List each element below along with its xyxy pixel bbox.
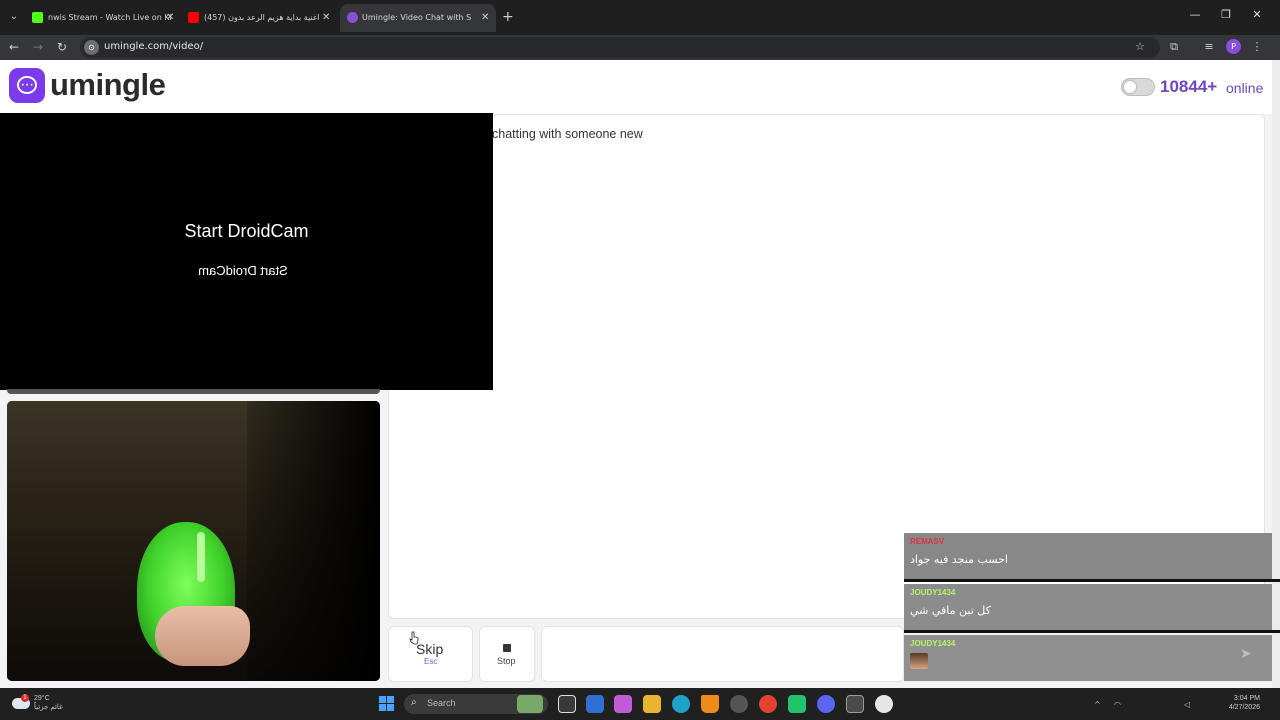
online-label: online — [1226, 80, 1264, 96]
task-view-icon[interactable] — [558, 695, 576, 713]
theme-toggle[interactable] — [1121, 78, 1155, 96]
minimize-button[interactable]: — — [1185, 8, 1205, 21]
overlay-message-text: احسب منجد فيه جواد — [910, 553, 1008, 566]
network-icon[interactable]: ◠ — [1114, 700, 1121, 709]
camera-shadow — [247, 401, 380, 681]
search-icon: ⌕ — [411, 697, 417, 708]
restore-button[interactable]: ❐ — [1216, 8, 1236, 21]
stop-icon[interactable] — [503, 644, 511, 652]
profile-avatar[interactable]: P — [1226, 39, 1241, 54]
youtube-favicon-icon — [188, 12, 199, 23]
page-scrollbar[interactable] — [1272, 60, 1280, 688]
clock-date: 4/27/2026 — [1228, 704, 1260, 711]
tab-label: (457) اغنية بداية هزيم الرعد بدون — [204, 13, 320, 22]
online-count: 10844+ — [1160, 77, 1218, 96]
stranger-video — [0, 113, 493, 390]
tab-umingle[interactable]: Umingle: Video Chat with S ✕ — [340, 4, 496, 32]
app-icon[interactable] — [788, 695, 806, 713]
edge-icon[interactable] — [672, 695, 690, 713]
back-icon[interactable]: ← — [6, 39, 22, 55]
brand-logo[interactable]: umingle — [50, 67, 166, 103]
store-icon[interactable] — [586, 695, 604, 713]
taskbar-clock[interactable]: 3:04 PM 4/27/2026 — [1218, 694, 1260, 712]
new-tab-button[interactable]: + — [502, 9, 514, 25]
site-info-icon[interactable]: ⊙ — [84, 40, 99, 55]
bookmark-star-icon[interactable]: ☆ — [1132, 39, 1148, 55]
tab-youtube[interactable]: (457) اغنية بداية هزيم الرعد بدون ✕ — [188, 7, 334, 29]
search-highlight-icon[interactable] — [517, 695, 543, 713]
discord-icon[interactable] — [817, 695, 835, 713]
os-taskbar — [0, 688, 1280, 720]
chrome-active-icon[interactable] — [846, 695, 864, 713]
copilot-icon[interactable] — [614, 695, 632, 713]
message-input[interactable] — [541, 626, 904, 682]
umingle-logo-icon[interactable]: ··· — [9, 68, 45, 103]
close-tab-icon[interactable]: ✕ — [481, 4, 489, 32]
close-tab-icon[interactable]: ✕ — [322, 7, 330, 29]
hand — [155, 606, 250, 666]
stop-button[interactable] — [479, 626, 535, 682]
droidcam-prompt-mirrored: Start DroidCam — [198, 263, 288, 278]
overlay-divider — [904, 630, 1280, 633]
weather-text[interactable]: 29°C غائم جزئياً — [34, 694, 63, 712]
overlay-chat-message: REMASV احسب منجد فيه جواد — [904, 533, 1272, 579]
browser-menu-icon[interactable]: ⋮ — [1249, 39, 1265, 55]
skip-label[interactable]: Skip — [416, 641, 443, 657]
kick-favicon-icon — [32, 12, 43, 23]
reload-icon[interactable]: ↻ — [54, 39, 70, 55]
media-controls-icon[interactable]: ≡ — [1201, 39, 1217, 55]
stop-label[interactable]: Stop — [497, 656, 516, 666]
tab-kick-stream[interactable]: nwis Stream - Watch Live on Ki ✕ — [32, 7, 178, 29]
browser-tab-strip: ⌄ nwis Stream - Watch Live on Ki ✕ (457)… — [0, 0, 1280, 35]
taskbar-search-placeholder[interactable]: Search — [427, 698, 456, 708]
close-window-button[interactable]: ✕ — [1247, 8, 1267, 21]
overlay-divider — [904, 579, 1280, 582]
site-header — [0, 60, 1272, 114]
tab-search-chevron-icon[interactable]: ⌄ — [6, 9, 22, 25]
tray-chevron-icon[interactable]: ^ — [1094, 700, 1101, 709]
address-bar[interactable]: ⊙ umingle.com/video/ — [80, 37, 1160, 58]
clock-time: 3:04 PM — [1233, 695, 1260, 702]
chat-status-text: chatting with someone new — [492, 127, 643, 141]
tab-label: Umingle: Video Chat with S — [362, 13, 472, 22]
toggle-knob — [1124, 81, 1136, 93]
send-icon[interactable]: ➤ — [1240, 646, 1252, 662]
video-frame-edge — [7, 389, 380, 394]
overlay-username: JOUDY1434 — [910, 639, 956, 648]
self-camera-video — [7, 401, 380, 681]
close-tab-icon[interactable]: ✕ — [166, 7, 174, 29]
overlay-emote-image — [910, 653, 928, 669]
overlay-chat-message: JOUDY1434 كل تبن مافي شي — [904, 584, 1272, 630]
droidcam-prompt: Start DroidCam — [184, 221, 309, 241]
start-menu-icon[interactable] — [379, 696, 395, 712]
address-toolbar: ← → ↻ ⊙ umingle.com/video/ ☆ ⧉ ≡ ⋮ — [0, 35, 1280, 60]
forward-icon[interactable]: → — [30, 39, 46, 55]
mouse-pointer-icon — [409, 631, 419, 645]
weather-widget[interactable]: 1 — [12, 694, 32, 712]
skip-shortcut-hint: Esc — [424, 657, 438, 666]
chrome-icon[interactable] — [759, 695, 777, 713]
umingle-favicon-icon — [347, 12, 358, 23]
overlay-message-text: كل تبن مافي شي — [910, 604, 991, 617]
vlc-icon[interactable] — [701, 695, 719, 713]
ellipsis-icon: ··· — [21, 81, 35, 91]
url-text[interactable]: umingle.com/video/ — [104, 41, 203, 52]
overlay-username: REMASV — [910, 537, 945, 546]
extensions-icon[interactable]: ⧉ — [1166, 39, 1182, 55]
tab-label: nwis Stream - Watch Live on Ki — [48, 13, 172, 22]
mask-spike — [197, 532, 205, 582]
file-explorer-icon[interactable] — [643, 695, 661, 713]
overlay-chat-message: JOUDY1434 — [904, 635, 1272, 681]
settings-gear-icon[interactable] — [730, 695, 748, 713]
volume-icon[interactable]: ◁ — [1184, 700, 1190, 709]
notification-badge: 1 — [21, 694, 29, 702]
overlay-username: JOUDY1434 — [910, 588, 956, 597]
obs-icon[interactable] — [875, 695, 893, 713]
